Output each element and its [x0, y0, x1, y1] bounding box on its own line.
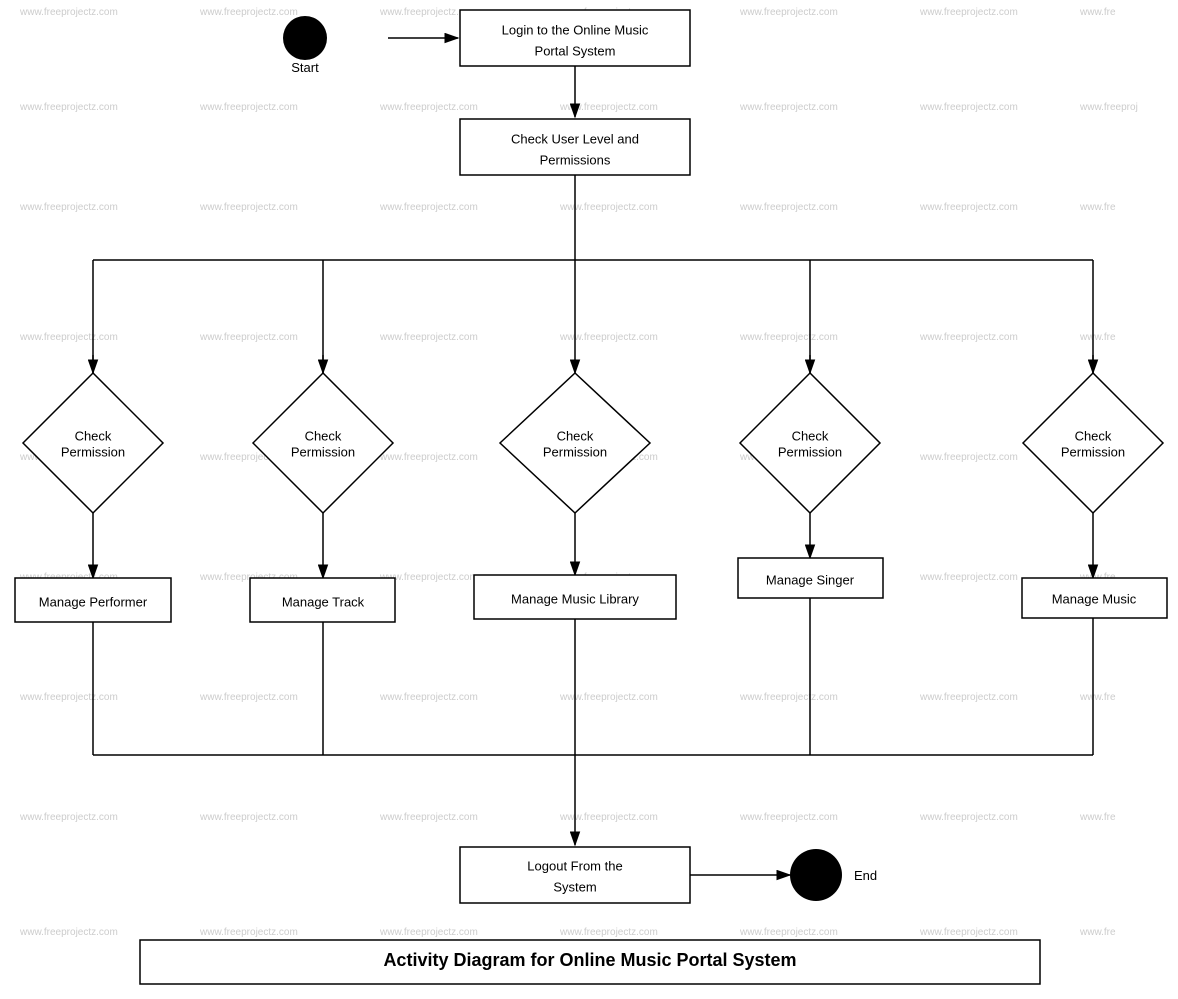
svg-text:www.fre: www.fre: [1079, 332, 1116, 343]
svg-text:www.freeprojectz.com: www.freeprojectz.com: [379, 452, 478, 463]
svg-text:www.fre: www.fre: [1079, 202, 1116, 213]
svg-text:www.freeprojectz.com: www.freeprojectz.com: [19, 812, 118, 823]
diamond5-label2: Permission: [1061, 444, 1125, 459]
logout-label2: System: [553, 879, 596, 894]
svg-text:www.freeprojectz.com: www.freeprojectz.com: [379, 332, 478, 343]
svg-text:www.fre: www.fre: [1079, 812, 1116, 823]
svg-text:www.freeprojectz.com: www.freeprojectz.com: [559, 332, 658, 343]
svg-text:www.freeprojectz.com: www.freeprojectz.com: [739, 202, 838, 213]
svg-text:www.freeprojectz.com: www.freeprojectz.com: [379, 202, 478, 213]
svg-text:www.freeprojectz.com: www.freeprojectz.com: [919, 102, 1018, 113]
svg-text:www.freeprojectz.com: www.freeprojectz.com: [199, 202, 298, 213]
svg-text:www.freeprojectz.com: www.freeprojectz.com: [739, 692, 838, 703]
svg-text:www.freeprojectz.com: www.freeprojectz.com: [19, 332, 118, 343]
svg-text:www.freeprojectz.com: www.freeprojectz.com: [919, 7, 1018, 18]
diamond1-label2: Permission: [61, 444, 125, 459]
svg-text:www.freeprojectz.com: www.freeprojectz.com: [739, 332, 838, 343]
diagram-title: Activity Diagram for Online Music Portal…: [383, 950, 796, 970]
login-label-line2: Portal System: [535, 43, 616, 58]
svg-text:www.freeprojectz.com: www.freeprojectz.com: [199, 927, 298, 938]
logout-label1: Logout From the: [527, 858, 622, 873]
svg-text:www.fre: www.fre: [1079, 692, 1116, 703]
svg-text:www.freeprojectz.com: www.freeprojectz.com: [199, 102, 298, 113]
svg-text:www.freeprojectz.com: www.freeprojectz.com: [739, 812, 838, 823]
svg-text:www.freeprojectz.com: www.freeprojectz.com: [919, 452, 1018, 463]
diamond2-label1: Check: [305, 428, 342, 443]
logout-node: [460, 847, 690, 903]
svg-text:www.freeprojectz.com: www.freeprojectz.com: [559, 102, 658, 113]
svg-text:www.freeprojectz.com: www.freeprojectz.com: [739, 102, 838, 113]
svg-text:www.freeprojectz.com: www.freeprojectz.com: [919, 572, 1018, 583]
svg-text:www.freeprojectz.com: www.freeprojectz.com: [19, 692, 118, 703]
check-permissions-label2: Permissions: [540, 152, 611, 167]
diamond1-label1: Check: [75, 428, 112, 443]
svg-text:www.freeprojectz.com: www.freeprojectz.com: [19, 7, 118, 18]
svg-text:www.freeprojectz.com: www.freeprojectz.com: [19, 927, 118, 938]
svg-text:www.freeprojectz.com: www.freeprojectz.com: [739, 927, 838, 938]
svg-text:www.freeprojectz.com: www.freeprojectz.com: [19, 102, 118, 113]
svg-text:www.freeproj: www.freeproj: [1079, 102, 1138, 113]
svg-text:www.freeprojectz.com: www.freeprojectz.com: [559, 692, 658, 703]
manage-performer-label: Manage Performer: [39, 594, 148, 609]
diamond2-label2: Permission: [291, 444, 355, 459]
svg-text:www.freeprojectz.com: www.freeprojectz.com: [199, 692, 298, 703]
diagram-container: www.freeprojectz.com www.freeprojectz.co…: [0, 0, 1178, 994]
svg-text:www.freeprojectz.com: www.freeprojectz.com: [19, 202, 118, 213]
svg-text:www.freeprojectz.com: www.freeprojectz.com: [379, 102, 478, 113]
end-label: End: [854, 868, 877, 883]
diamond4-label2: Permission: [778, 444, 842, 459]
svg-text:www.freeprojectz.com: www.freeprojectz.com: [919, 812, 1018, 823]
svg-text:www.freeprojectz.com: www.freeprojectz.com: [379, 692, 478, 703]
end-node: [790, 849, 842, 901]
svg-text:www.freeprojectz.com: www.freeprojectz.com: [199, 812, 298, 823]
svg-text:www.freeprojectz.com: www.freeprojectz.com: [199, 7, 298, 18]
svg-text:www.freeprojectz.com: www.freeprojectz.com: [919, 202, 1018, 213]
manage-library-label: Manage Music Library: [511, 591, 639, 606]
manage-singer-label: Manage Singer: [766, 572, 855, 587]
svg-text:www.freeprojectz.com: www.freeprojectz.com: [199, 332, 298, 343]
login-label-line1: Login to the Online Music: [502, 22, 649, 37]
diamond5-label1: Check: [1075, 428, 1112, 443]
svg-text:www.freeprojectz.com: www.freeprojectz.com: [559, 812, 658, 823]
svg-text:www.fre: www.fre: [1079, 927, 1116, 938]
svg-text:www.fre: www.fre: [1079, 7, 1116, 18]
svg-text:www.freeprojectz.com: www.freeprojectz.com: [739, 7, 838, 18]
manage-music-label: Manage Music: [1052, 591, 1137, 606]
start-label: Start: [291, 60, 319, 75]
diamond3-label1: Check: [557, 428, 594, 443]
svg-text:www.freeprojectz.com: www.freeprojectz.com: [559, 202, 658, 213]
svg-text:www.freeprojectz.com: www.freeprojectz.com: [379, 927, 478, 938]
svg-text:www.freeprojectz.com: www.freeprojectz.com: [919, 692, 1018, 703]
check-permissions-label1: Check User Level and: [511, 131, 639, 146]
start-node: [283, 16, 327, 60]
diamond3-label2: Permission: [543, 444, 607, 459]
svg-text:www.freeprojectz.com: www.freeprojectz.com: [379, 812, 478, 823]
svg-text:www.freeprojectz.com: www.freeprojectz.com: [919, 332, 1018, 343]
svg-text:www.freeprojectz.com: www.freeprojectz.com: [559, 927, 658, 938]
diamond4-label1: Check: [792, 428, 829, 443]
manage-track-label: Manage Track: [282, 594, 365, 609]
svg-text:www.freeprojectz.com: www.freeprojectz.com: [919, 927, 1018, 938]
